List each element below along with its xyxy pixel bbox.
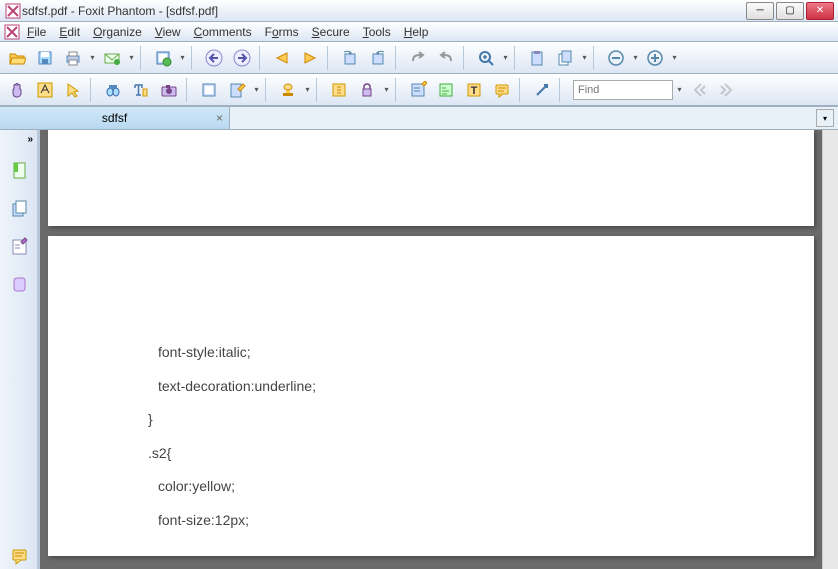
scan-dropdown[interactable]: ▾ <box>178 53 187 62</box>
attachments-icon[interactable] <box>6 271 32 297</box>
hand-tool[interactable] <box>4 77 30 103</box>
edit-page-tool[interactable] <box>224 77 250 103</box>
side-panel: » <box>0 130 40 569</box>
email-button[interactable] <box>99 45 125 71</box>
security-tool[interactable] <box>354 77 380 103</box>
tab-label: sdfsf <box>102 111 127 125</box>
email-dropdown[interactable]: ▾ <box>127 53 136 62</box>
form-tool[interactable] <box>405 77 431 103</box>
title-bar: sdfsf.pdf - Foxit Phantom - [sdfsf.pdf] ─… <box>0 0 838 22</box>
files-button[interactable] <box>552 45 578 71</box>
maximize-button[interactable]: ▢ <box>776 2 804 20</box>
menu-bar: FileEditOrganizeViewCommentsFormsSecureT… <box>0 22 838 42</box>
menu-secure[interactable]: Secure <box>306 23 356 41</box>
find-dropdown[interactable]: ▾ <box>675 85 684 94</box>
print-button[interactable] <box>60 45 86 71</box>
zoom-out2-button[interactable] <box>603 45 629 71</box>
scrollbar[interactable] <box>822 130 838 569</box>
close-button[interactable]: ✕ <box>806 2 834 20</box>
forward-button[interactable] <box>297 45 323 71</box>
next-view-button[interactable] <box>229 45 255 71</box>
expand-icon[interactable]: » <box>27 134 33 145</box>
doc-line: } <box>148 403 814 437</box>
doc-line: font-style:italic; <box>158 336 814 370</box>
tab-close-icon[interactable]: × <box>216 111 223 125</box>
security-dropdown[interactable]: ▾ <box>382 85 391 94</box>
find-next-button[interactable] <box>714 77 740 103</box>
rotate-left-button[interactable] <box>337 45 363 71</box>
window-title: sdfsf.pdf - Foxit Phantom - [sdfsf.pdf] <box>22 4 218 18</box>
menu-tools[interactable]: Tools <box>357 23 397 41</box>
binoculars-tool[interactable] <box>100 77 126 103</box>
app-icon-small <box>4 24 20 40</box>
document-area: font-style:italic; text-decoration:under… <box>40 130 822 569</box>
stamp-tool[interactable] <box>275 77 301 103</box>
clipboard-button[interactable] <box>524 45 550 71</box>
stamp-dropdown[interactable]: ▾ <box>303 85 312 94</box>
doc-line: color:yellow; <box>158 470 814 504</box>
snapshot-tool[interactable] <box>156 77 182 103</box>
zoom-in-button[interactable] <box>473 45 499 71</box>
select-text-tool[interactable] <box>32 77 58 103</box>
green-form-tool[interactable] <box>433 77 459 103</box>
doc-line: text-decoration:underline; <box>158 370 814 404</box>
document-tab[interactable]: sdfsf × <box>0 107 230 129</box>
back-button[interactable] <box>269 45 295 71</box>
text-tool[interactable]: T <box>461 77 487 103</box>
scan-button[interactable] <box>150 45 176 71</box>
tab-menu-toggle[interactable]: ▾ <box>816 109 834 127</box>
menu-view[interactable]: View <box>149 23 187 41</box>
prev-view-button[interactable] <box>201 45 227 71</box>
pages-icon[interactable] <box>6 195 32 221</box>
menu-edit[interactable]: Edit <box>53 23 86 41</box>
doc-line: .s2{ <box>148 437 814 471</box>
page-1[interactable] <box>48 130 814 226</box>
find-input[interactable] <box>573 80 673 100</box>
comment-tool[interactable] <box>489 77 515 103</box>
print-dropdown[interactable]: ▾ <box>88 53 97 62</box>
tab-bar: sdfsf × ▾ <box>0 106 838 130</box>
svg-text:T: T <box>471 85 478 97</box>
menu-help[interactable]: Help <box>398 23 435 41</box>
edit-page-dropdown[interactable]: ▾ <box>252 85 261 94</box>
minimize-button[interactable]: ─ <box>746 2 774 20</box>
zoom-out-dropdown[interactable]: ▾ <box>631 53 640 62</box>
link-tool[interactable] <box>529 77 555 103</box>
zoom-in2-button[interactable] <box>642 45 668 71</box>
find-prev-button[interactable] <box>686 77 712 103</box>
toolbar-1: ▾ ▾ ▾ ▾ ▾ ▾ ▾ <box>0 42 838 74</box>
zoom-in-dropdown[interactable]: ▾ <box>670 53 679 62</box>
app-icon <box>4 2 22 20</box>
menu-comments[interactable]: Comments <box>188 23 258 41</box>
doc-line: font-size:12px; <box>158 504 814 538</box>
undo-button[interactable] <box>405 45 431 71</box>
bookmarks-icon[interactable] <box>6 157 32 183</box>
text-select-tool[interactable] <box>128 77 154 103</box>
menu-file[interactable]: File <box>21 23 52 41</box>
menu-organize[interactable]: Organize <box>87 23 148 41</box>
zoom-dropdown[interactable]: ▾ <box>501 53 510 62</box>
rotate-right-button[interactable] <box>365 45 391 71</box>
toolbar-2: ▾ ▾ ▾ T ▾ <box>0 74 838 106</box>
menu-forms[interactable]: Forms <box>259 23 305 41</box>
layers-icon[interactable] <box>6 233 32 259</box>
page-layout-tool[interactable] <box>196 77 222 103</box>
attach-tool[interactable] <box>326 77 352 103</box>
redo-button[interactable] <box>433 45 459 71</box>
select-arrow-tool[interactable] <box>60 77 86 103</box>
open-button[interactable] <box>4 45 30 71</box>
files-dropdown[interactable]: ▾ <box>580 53 589 62</box>
comments-list-icon[interactable] <box>6 543 32 569</box>
save-button[interactable] <box>32 45 58 71</box>
page-2[interactable]: font-style:italic; text-decoration:under… <box>48 236 814 556</box>
